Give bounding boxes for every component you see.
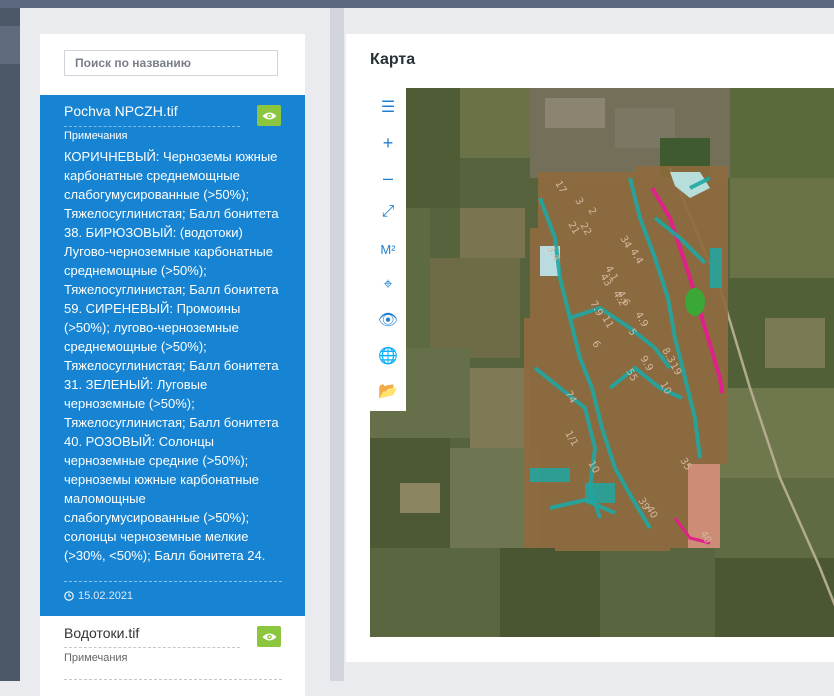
open-folder-icon: 📂 [378, 383, 398, 400]
measure-area-icon: M² [380, 241, 396, 257]
notes-label: Примечания [64, 130, 128, 142]
locate-button[interactable]: ⌖ [370, 270, 406, 300]
title-divider [64, 647, 240, 648]
layer-date: 15.02.2021 [64, 590, 133, 602]
village [530, 88, 730, 178]
clock-icon [64, 591, 74, 601]
zoom-in-icon: + [382, 132, 394, 153]
left-nav-tab[interactable] [0, 26, 20, 64]
zoom-out-icon: – [382, 167, 393, 188]
layer-visibility-toggle[interactable] [257, 105, 281, 126]
panel-divider[interactable] [330, 8, 344, 681]
map-card: Карта 17 3 2 21 22 3.4 34 4.4 4.1 43 4.2… [346, 34, 834, 662]
title-divider [64, 126, 240, 127]
open-folder-button[interactable]: 📂 [370, 376, 406, 406]
locate-icon: ⌖ [383, 276, 393, 293]
date-divider [64, 581, 282, 582]
search-box [64, 50, 278, 76]
zoom-out-button[interactable]: – [370, 163, 406, 193]
zoom-in-button[interactable]: + [370, 128, 406, 158]
top-bar [0, 0, 834, 8]
eye-icon [262, 633, 276, 640]
layers-panel: Pochva NPCZH.tif Примечания КОРИЧНЕВЫЙ: … [40, 34, 305, 696]
visibility-button[interactable]: 👁 [370, 305, 406, 335]
card-divider [64, 679, 282, 680]
map-toolbar: ☰ + – ⤢ M² ⌖ 👁 🌐 📂 [370, 88, 406, 411]
left-nav-strip [0, 8, 20, 681]
measure-area-button[interactable]: M² [370, 234, 406, 264]
notes-label: Примечания [64, 652, 128, 664]
layer-title[interactable]: Pochva NPCZH.tif [64, 103, 178, 119]
layer-visibility-toggle[interactable] [257, 626, 281, 647]
map-canvas[interactable]: 173221223.4344.44.1434.27.94.611654.99.9… [370, 88, 834, 637]
layer-title[interactable]: Водотоки.tif [64, 625, 139, 641]
date-text: 15.02.2021 [78, 590, 134, 602]
map-title: Карта [370, 51, 416, 68]
eye-icon [262, 112, 276, 119]
soil-raster-layer [524, 166, 728, 551]
layers-list-button[interactable]: ☰ [370, 92, 406, 122]
layer-notes: КОРИЧНЕВЫЙ: Черноземы южные карбонатные … [64, 149, 279, 563]
layer-card-vodotoki[interactable]: Водотоки.tif Примечания [40, 616, 305, 696]
search-input[interactable] [65, 51, 277, 75]
full-extent-button[interactable]: ⤢ [370, 197, 406, 227]
layers-list-icon: ☰ [380, 99, 396, 116]
visibility-icon: 👁 [377, 312, 399, 329]
full-extent-icon: ⤢ [381, 203, 395, 220]
globe-icon: 🌐 [378, 348, 398, 365]
map-view[interactable]: 17 3 2 21 22 3.4 34 4.4 4.1 43 4.2 7.9 4.6 11 6 5 4.9 9.9… [370, 88, 834, 637]
layer-card-pochva[interactable]: Pochva NPCZH.tif Примечания КОРИЧНЕВЫЙ: … [40, 95, 305, 616]
globe-button[interactable]: 🌐 [370, 341, 406, 371]
